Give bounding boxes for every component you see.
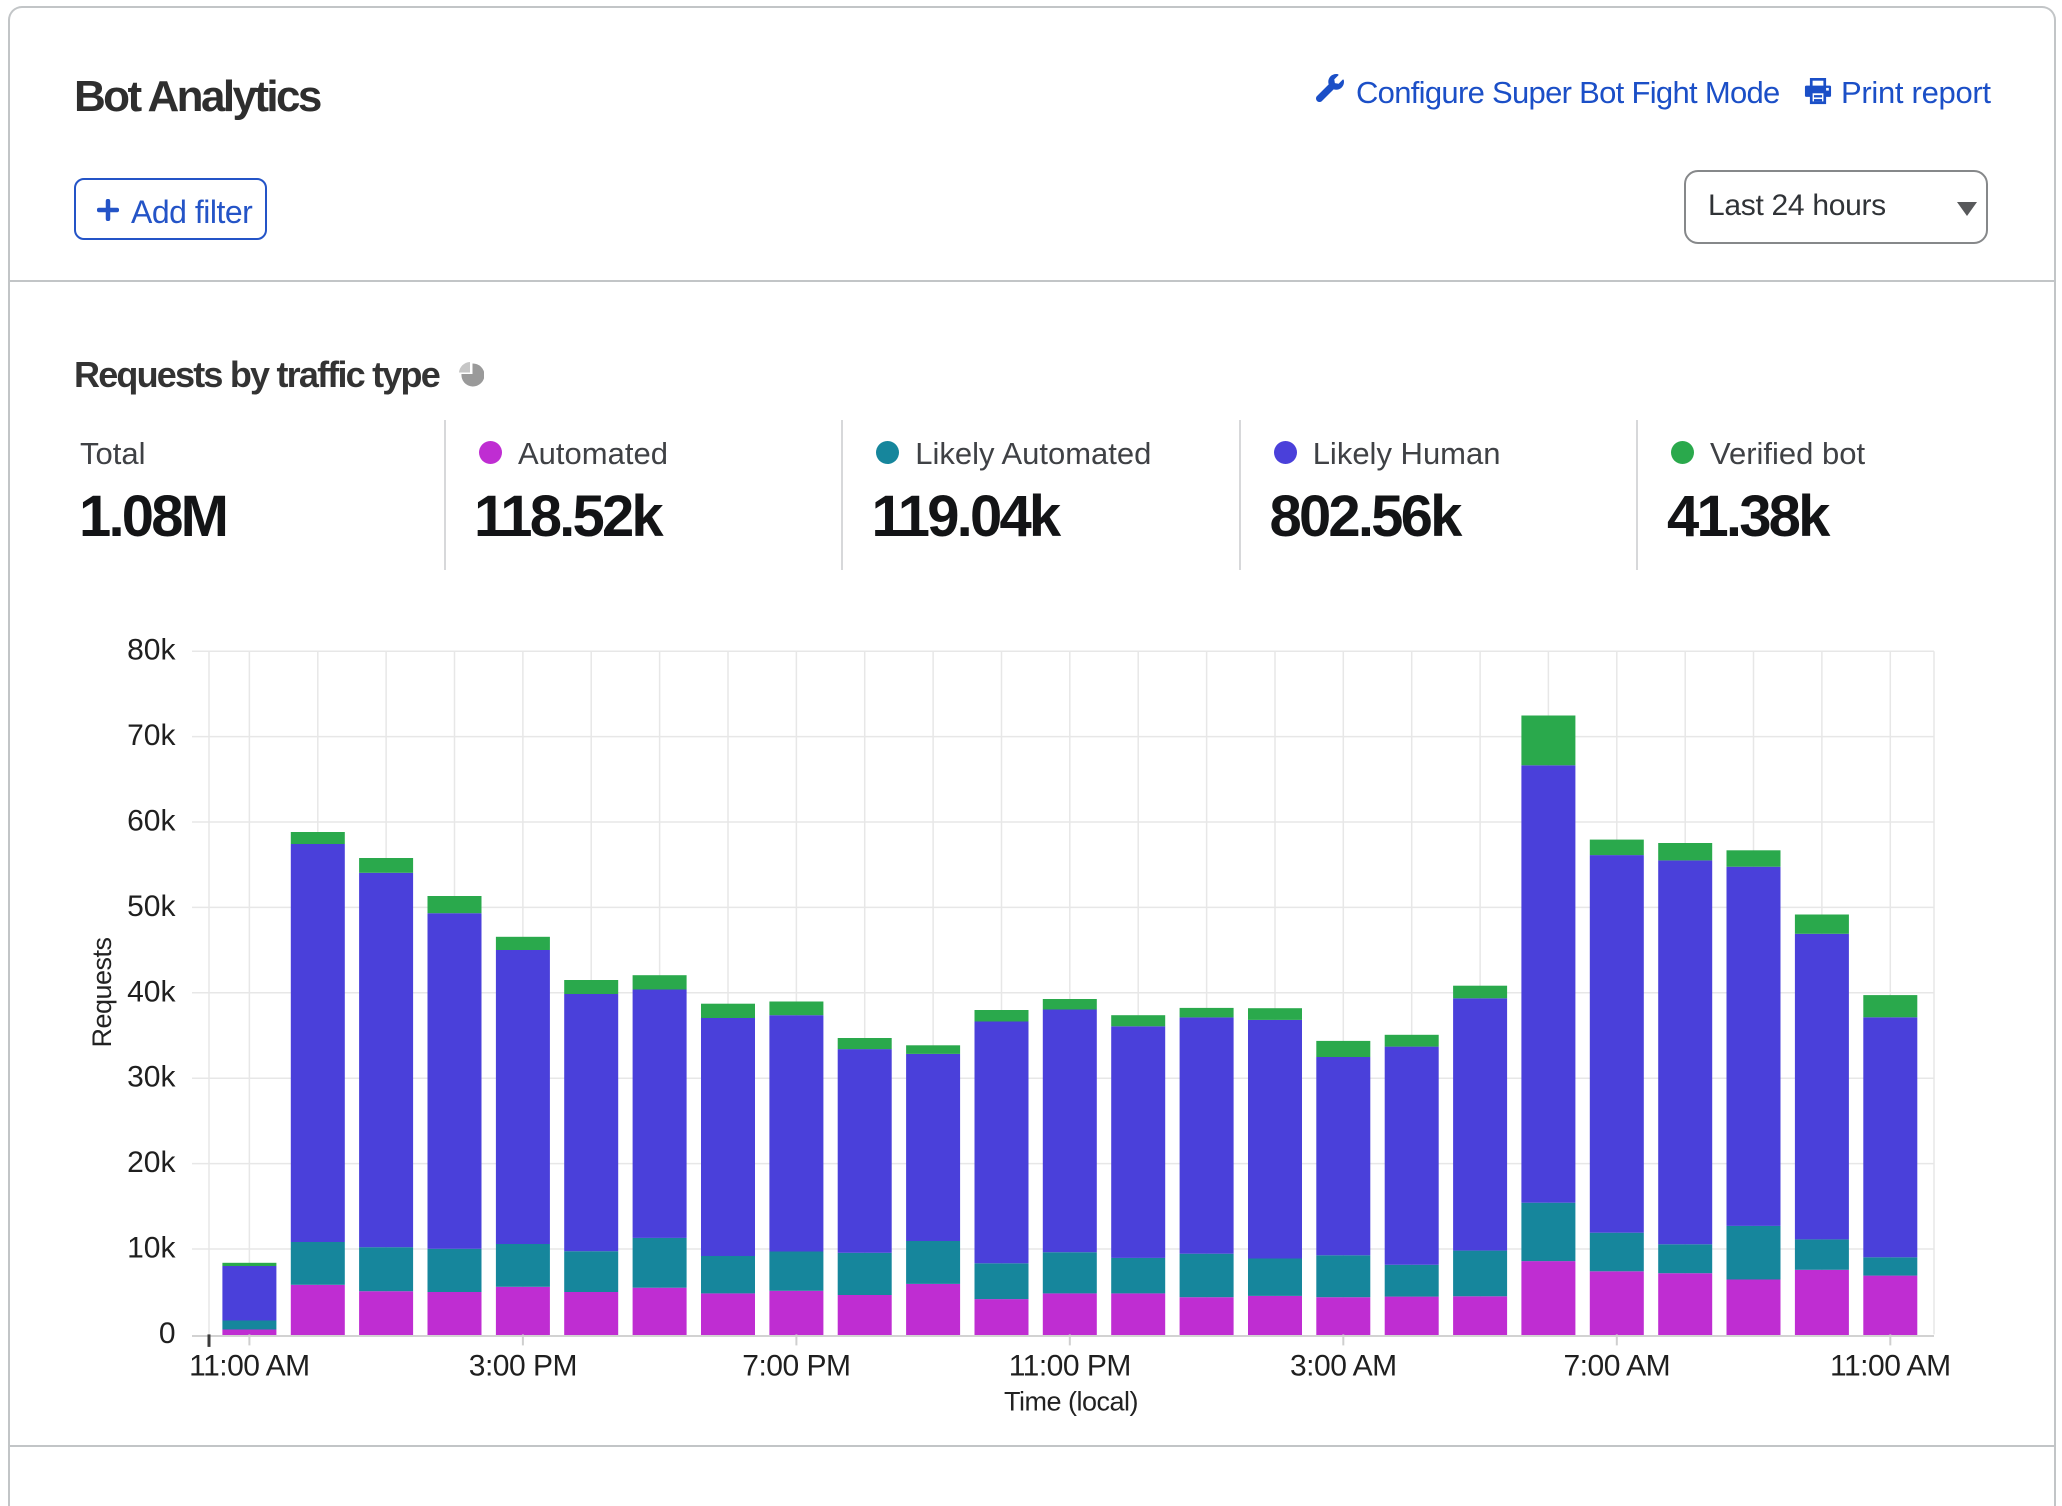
svg-text:Requests: Requests xyxy=(87,937,117,1047)
svg-text:30k: 30k xyxy=(127,1061,176,1094)
svg-text:60k: 60k xyxy=(127,805,176,838)
svg-text:80k: 80k xyxy=(127,634,176,667)
svg-text:11:00 PM: 11:00 PM xyxy=(1009,1350,1131,1383)
svg-text:3:00 PM: 3:00 PM xyxy=(469,1350,577,1383)
svg-text:3:00 AM: 3:00 AM xyxy=(1290,1350,1397,1383)
svg-text:50k: 50k xyxy=(127,890,176,923)
svg-text:10k: 10k xyxy=(127,1232,176,1265)
svg-text:0: 0 xyxy=(159,1317,176,1350)
svg-text:7:00 PM: 7:00 PM xyxy=(742,1350,850,1383)
svg-text:40k: 40k xyxy=(127,975,176,1008)
svg-text:11:00 AM: 11:00 AM xyxy=(1830,1350,1951,1383)
svg-text:Time (local): Time (local) xyxy=(1004,1386,1138,1416)
svg-text:7:00 AM: 7:00 AM xyxy=(1564,1350,1671,1383)
svg-text:11:00 AM: 11:00 AM xyxy=(189,1350,310,1383)
svg-text:70k: 70k xyxy=(127,719,176,752)
svg-text:20k: 20k xyxy=(127,1146,176,1179)
